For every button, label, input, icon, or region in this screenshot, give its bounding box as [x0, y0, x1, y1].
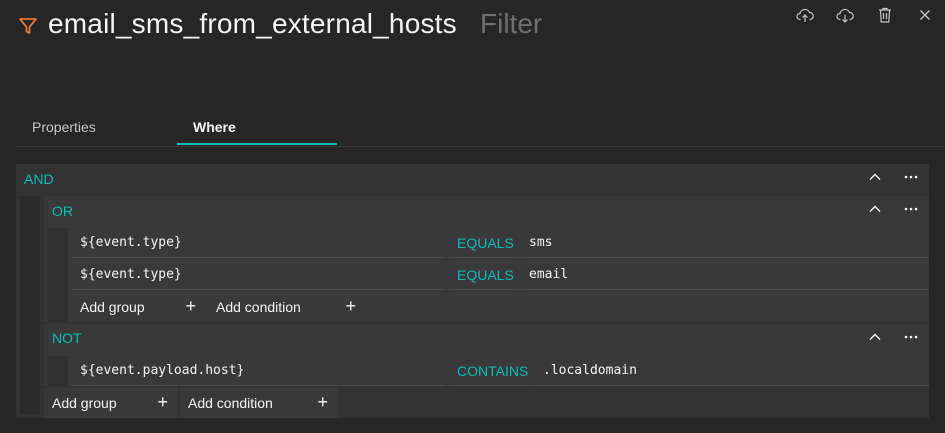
collapse-not-button[interactable]: [863, 327, 887, 351]
download-icon: [836, 6, 854, 29]
condition-value[interactable]: email: [521, 260, 929, 290]
add-group-label: Add group: [80, 299, 145, 315]
plus-icon: +: [317, 392, 328, 412]
or-more-button[interactable]: [899, 199, 923, 223]
plus-icon: +: [345, 296, 356, 316]
add-group-button[interactable]: Add group +: [72, 292, 206, 322]
add-condition-button[interactable]: Add condition +: [180, 388, 338, 418]
download-button[interactable]: [825, 6, 865, 28]
and-operator[interactable]: AND: [24, 171, 54, 187]
condition-operator[interactable]: CONTAINS: [449, 356, 533, 386]
not-more-button[interactable]: [899, 327, 923, 351]
condition-field[interactable]: ${event.payload.host}: [72, 356, 446, 386]
condition-row: ${event.type} EQUALS email: [72, 260, 929, 290]
not-group-rail: [48, 356, 68, 386]
close-icon: [916, 6, 934, 29]
or-group-rail: [48, 228, 68, 322]
add-condition-button[interactable]: Add condition +: [208, 292, 366, 322]
condition-row: ${event.payload.host} CONTAINS .localdom…: [72, 356, 929, 386]
condition-operator[interactable]: EQUALS: [449, 260, 519, 290]
condition-field[interactable]: ${event.type}: [72, 228, 446, 258]
overflow-menu-icon: [903, 169, 919, 190]
upload-icon: [796, 6, 814, 29]
tab-where[interactable]: Where: [177, 110, 337, 145]
condition-row: ${event.type} EQUALS sms: [72, 228, 929, 258]
plus-icon: +: [157, 392, 168, 412]
toolbar: [785, 6, 945, 28]
type-label: Filter: [480, 8, 543, 39]
overflow-menu-icon: [903, 329, 919, 350]
overflow-menu-icon: [903, 201, 919, 222]
chevron-up-icon: [867, 201, 883, 222]
chevron-up-icon: [867, 169, 883, 190]
and-group-rail: [20, 196, 40, 414]
condition-value[interactable]: sms: [521, 228, 929, 258]
collapse-or-button[interactable]: [863, 199, 887, 223]
tab-bar: Properties Where: [16, 110, 945, 147]
upload-button[interactable]: [785, 6, 825, 28]
header: email_sms_from_external_hosts Filter: [0, 0, 945, 60]
tab-properties[interactable]: Properties: [16, 110, 176, 145]
and-more-button[interactable]: [899, 167, 923, 191]
condition-field[interactable]: ${event.type}: [72, 260, 446, 290]
page-title: email_sms_from_external_hosts: [48, 8, 457, 39]
add-group-label: Add group: [52, 395, 117, 411]
close-button[interactable]: [905, 6, 945, 28]
not-operator[interactable]: NOT: [52, 330, 82, 346]
condition-value[interactable]: .localdomain: [535, 356, 929, 386]
add-condition-label: Add condition: [188, 395, 273, 411]
add-condition-label: Add condition: [216, 299, 301, 315]
chevron-up-icon: [867, 329, 883, 350]
plus-icon: +: [185, 296, 196, 316]
collapse-and-button[interactable]: [863, 167, 887, 191]
delete-button[interactable]: [865, 6, 905, 28]
or-operator[interactable]: OR: [52, 203, 73, 219]
filter-icon: [18, 16, 38, 36]
delete-icon: [876, 6, 894, 29]
add-group-button[interactable]: Add group +: [44, 388, 178, 418]
condition-operator[interactable]: EQUALS: [449, 228, 519, 258]
